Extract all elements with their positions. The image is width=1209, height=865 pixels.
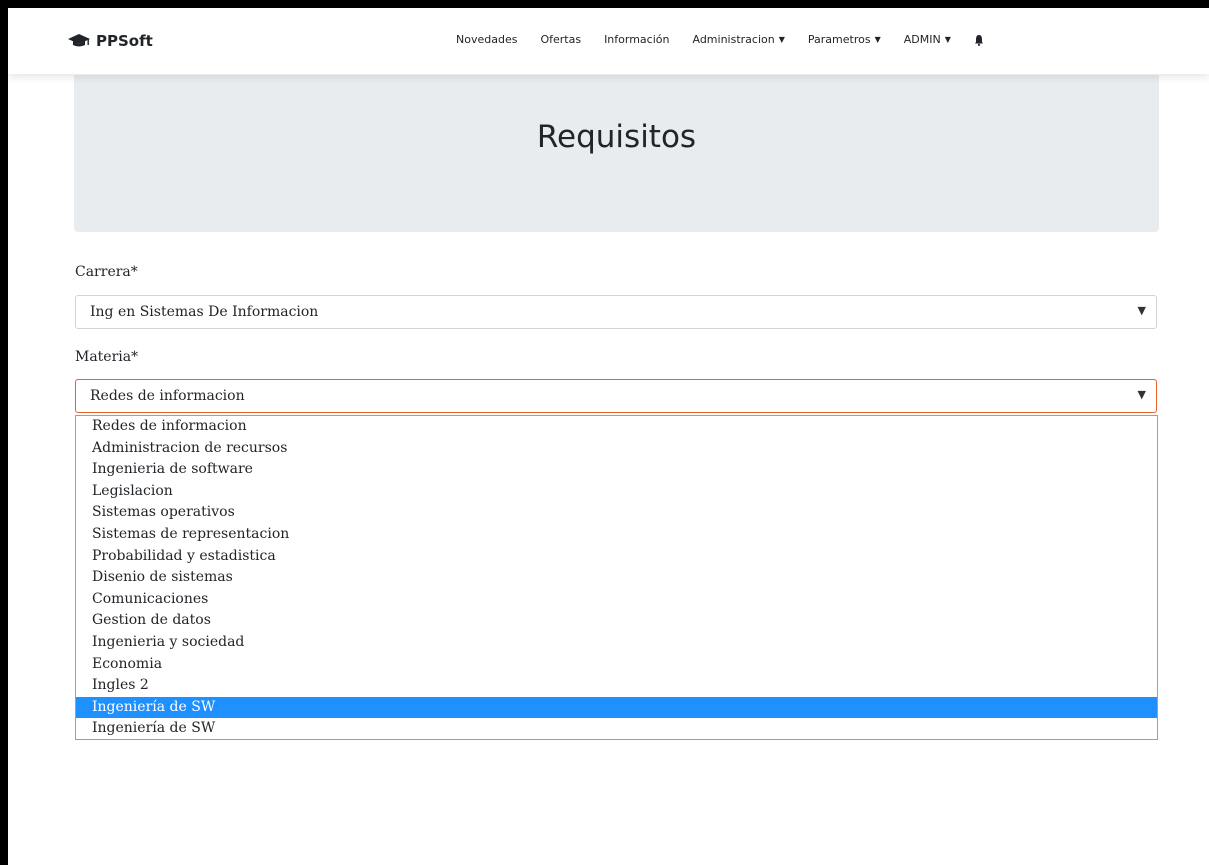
dropdown-arrow-icon: ▼ <box>1137 388 1146 401</box>
page-title: Requisitos <box>536 119 697 155</box>
nav-item-novedades[interactable]: Novedades <box>456 33 517 46</box>
materia-option[interactable]: Disenio de sistemas <box>76 567 1157 589</box>
page-header: Requisitos <box>74 75 1159 232</box>
materia-option[interactable]: Ingenieria de software <box>76 459 1157 481</box>
materia-option[interactable]: Sistemas operativos <box>76 502 1157 524</box>
nav-item-label: Administracion <box>692 33 775 46</box>
nav-item-label: Novedades <box>456 33 518 46</box>
nav-item-informacion[interactable]: Información <box>604 33 669 46</box>
nav-menu: Novedades Ofertas Información Administra… <box>456 33 984 46</box>
nav-item-ofertas[interactable]: Ofertas <box>540 33 581 46</box>
dropdown-arrow-icon: ▼ <box>1137 304 1146 317</box>
nav-item-label: Parametros <box>807 33 871 46</box>
materia-label: Materia* <box>75 349 139 365</box>
materia-select-value: Redes de informacion <box>90 388 245 404</box>
materia-option[interactable]: Economia <box>76 654 1157 676</box>
navbar: PPSoft Novedades Ofertas Información Adm… <box>8 8 1209 74</box>
materia-option[interactable]: Gestion de datos <box>76 610 1157 632</box>
materia-option[interactable]: Ingles 2 <box>76 675 1157 697</box>
brand-label: PPSoft <box>96 32 153 50</box>
materia-option[interactable]: Probabilidad y estadistica <box>76 546 1157 568</box>
graduation-cap-icon <box>68 34 90 48</box>
nav-item-administracion[interactable]: Administracion ▼ <box>692 33 784 46</box>
page: PPSoft Novedades Ofertas Información Adm… <box>8 8 1209 865</box>
materia-option[interactable]: Ingenieria y sociedad <box>76 632 1157 654</box>
carrera-label: Carrera* <box>75 264 138 280</box>
materia-option[interactable]: Redes de informacion <box>76 416 1157 438</box>
materia-select[interactable]: Redes de informacion ▼ <box>75 379 1157 413</box>
nav-item-label: Información <box>604 33 670 46</box>
materia-option[interactable]: Sistemas de representacion <box>76 524 1157 546</box>
nav-item-admin[interactable]: ADMIN ▼ <box>904 33 951 46</box>
materia-option[interactable]: Administracion de recursos <box>76 438 1157 460</box>
materia-option-highlighted[interactable]: Ingeniería de SW <box>76 696 1157 719</box>
bell-icon[interactable] <box>974 34 984 46</box>
nav-item-label: ADMIN <box>903 33 941 46</box>
nav-item-parametros[interactable]: Parametros ▼ <box>808 33 881 46</box>
carrera-select[interactable]: Ing en Sistemas De Informacion ▼ <box>75 295 1157 329</box>
materia-option[interactable]: Ingeniería de SW <box>76 718 1157 740</box>
caret-down-icon: ▼ <box>874 35 881 44</box>
materia-options-list: Redes de informacion Administracion de r… <box>75 415 1158 740</box>
materia-option[interactable]: Comunicaciones <box>76 589 1157 611</box>
nav-item-label: Ofertas <box>540 33 582 46</box>
caret-down-icon: ▼ <box>944 35 951 44</box>
brand[interactable]: PPSoft <box>68 32 153 50</box>
caret-down-icon: ▼ <box>778 35 785 44</box>
carrera-select-value: Ing en Sistemas De Informacion <box>90 304 319 320</box>
materia-option[interactable]: Legislacion <box>76 481 1157 503</box>
